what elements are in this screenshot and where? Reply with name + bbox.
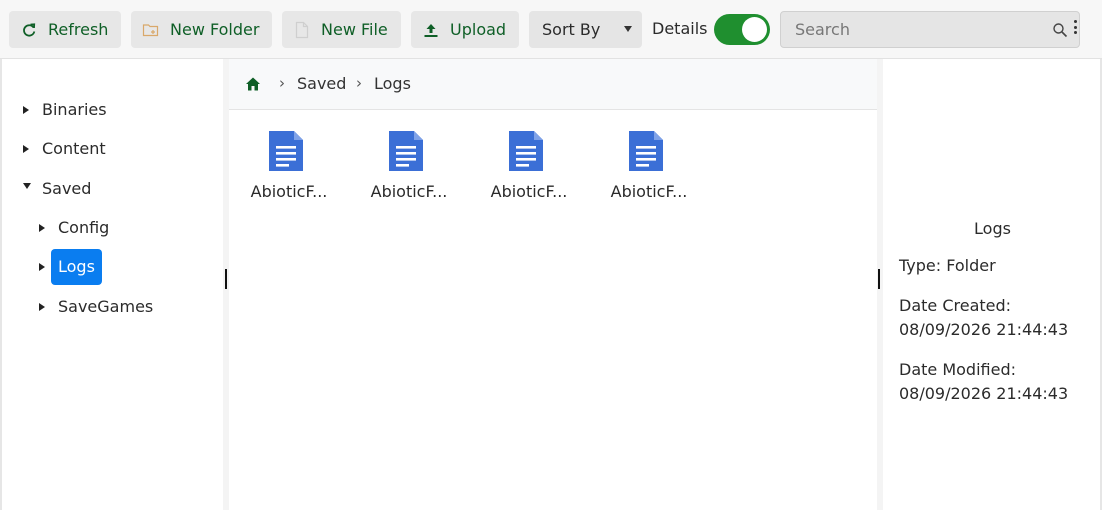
refresh-label: Refresh [48,20,109,39]
details-modified-label: Date Modified: [899,360,1016,379]
file-item[interactable]: AbioticF... [243,129,347,207]
home-icon[interactable] [245,76,261,92]
tree-item-label: SaveGames [58,297,154,316]
details-panel: Logs Type: Folder Date Created: 08/09/20… [883,59,1100,510]
details-created-value: 08/09/2026 21:44:43 [899,320,1069,339]
tree-item-label: Saved [42,179,92,198]
upload-icon [422,21,440,39]
new-folder-button[interactable]: New Folder [131,11,272,48]
file-name: AbioticF... [610,182,688,201]
caret-down-icon [624,26,632,32]
sort-by-dropdown[interactable]: Sort By [529,11,642,48]
more-options-icon[interactable] [1074,20,1080,40]
file-list-pane: › Saved › Logs AbioticF... AbioticF... A… [229,59,877,510]
tree-item-label: Config [58,218,110,237]
file-name: AbioticF... [370,182,448,201]
file-item[interactable]: AbioticF... [603,129,707,207]
refresh-icon [20,21,38,39]
new-file-icon [293,21,311,39]
right-resize-handle[interactable] [878,269,880,289]
upload-button[interactable]: Upload [411,11,519,48]
new-file-label: New File [321,20,388,39]
details-created-label: Date Created: [899,296,1012,315]
breadcrumb-item-saved[interactable]: Saved [297,74,346,93]
tree-item-logs[interactable]: Logs [2,249,223,285]
document-icon [267,129,305,173]
breadcrumb-separator: › [279,74,285,92]
file-name: AbioticF... [250,182,328,201]
details-type: Type: Folder [899,256,996,275]
collapse-arrow-icon[interactable] [23,183,31,189]
document-icon [507,129,545,173]
new-file-button[interactable]: New File [282,11,401,48]
expand-arrow-icon[interactable] [39,263,45,271]
tree-item-savegames[interactable]: SaveGames [2,289,223,325]
tree-item-label: Logs [58,257,95,276]
sort-by-label: Sort By [542,20,601,39]
search-icon[interactable] [1052,22,1068,38]
file-item[interactable]: AbioticF... [483,129,587,207]
document-icon [387,129,425,173]
new-folder-label: New Folder [170,20,260,39]
details-toggle[interactable] [714,14,770,45]
new-folder-icon [142,21,160,39]
expand-arrow-icon[interactable] [39,224,45,232]
left-resize-handle[interactable] [225,269,227,289]
details-title: Logs [974,219,1011,238]
upload-label: Upload [450,20,507,39]
tree-item-binaries[interactable]: Binaries [2,92,223,128]
search-input[interactable] [781,12,1041,47]
tree-item-config[interactable]: Config [2,210,223,246]
details-toggle-label: Details [652,19,708,38]
breadcrumb: › Saved › Logs [229,59,877,110]
expand-arrow-icon[interactable] [39,303,45,311]
tree-item-content[interactable]: Content [2,131,223,167]
folder-tree: Binaries Content Saved Config Logs SaveG… [2,59,223,510]
tree-item-saved[interactable]: Saved [2,171,223,207]
details-modified-value: 08/09/2026 21:44:43 [899,384,1069,403]
expand-arrow-icon[interactable] [23,145,29,153]
expand-arrow-icon[interactable] [23,106,29,114]
breadcrumb-item-logs[interactable]: Logs [374,74,411,93]
refresh-button[interactable]: Refresh [9,11,121,48]
toggle-knob [742,17,767,42]
search-box [780,11,1080,48]
file-item[interactable]: AbioticF... [363,129,467,207]
breadcrumb-separator: › [356,74,362,92]
tree-item-label: Binaries [42,100,107,119]
toolbar: Refresh New Folder New File Upload Sort … [0,0,1102,59]
document-icon [627,129,665,173]
tree-item-label: Content [42,139,106,158]
file-name: AbioticF... [490,182,568,201]
